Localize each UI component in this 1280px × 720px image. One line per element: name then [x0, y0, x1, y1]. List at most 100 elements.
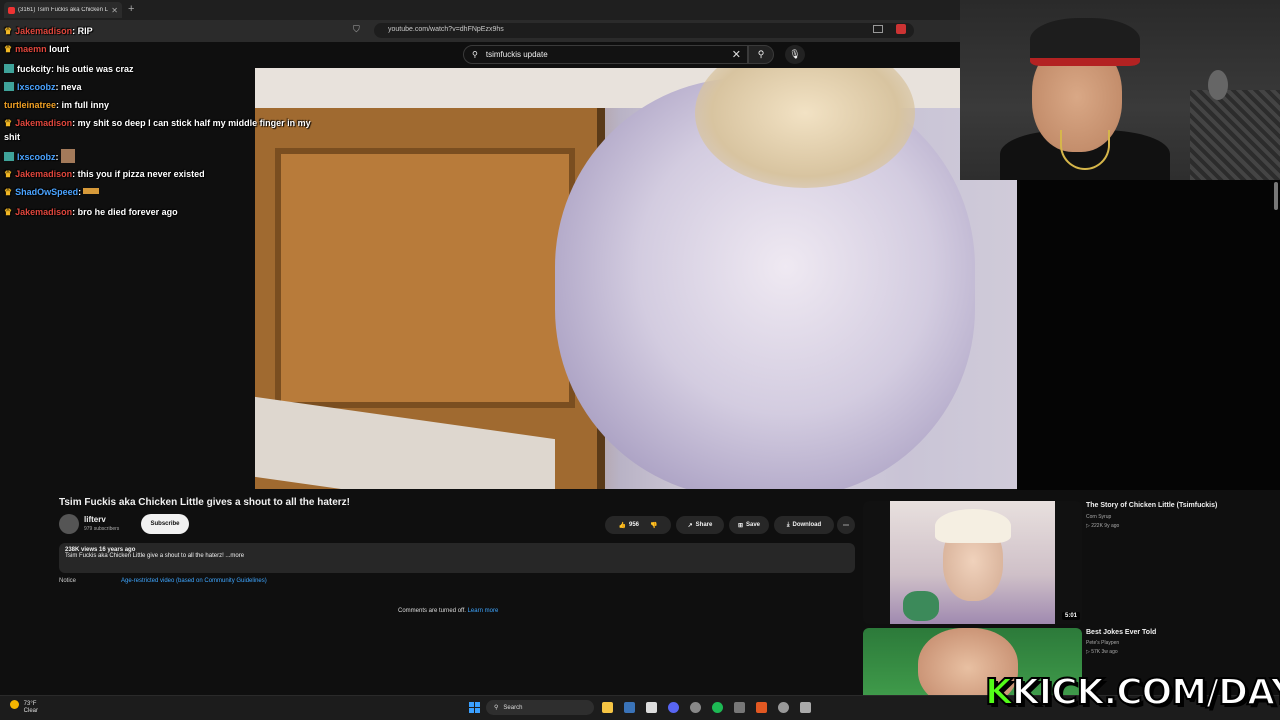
chat-username[interactable]: lxscoobz [17, 82, 56, 92]
recommended-channel[interactable]: Pete's Playpen [1086, 640, 1119, 646]
age-restricted-link[interactable]: Age-restricted video (based on Community… [121, 578, 267, 584]
scrollbar-thumb[interactable] [1274, 182, 1278, 210]
webcam-chair [1190, 90, 1280, 180]
brave-browser-icon[interactable] [756, 702, 767, 713]
share-icon: ↗ [687, 522, 693, 529]
screen-icon[interactable] [873, 25, 883, 33]
search-icon: ⚲ [472, 50, 478, 59]
channel-name[interactable]: lifterv [84, 515, 106, 524]
recommended-thumbnail[interactable] [863, 501, 1082, 624]
sun-icon [10, 700, 19, 709]
video-frame-cabinet-door [275, 148, 575, 408]
close-tab-icon[interactable]: ✕ [111, 6, 118, 15]
crown-badge-icon: ♛ [4, 26, 13, 36]
spotify-icon[interactable] [712, 702, 723, 713]
search-icon: ⚲ [494, 705, 499, 711]
comments-off-text: Comments are turned off. [398, 608, 466, 614]
chat-emote [83, 188, 100, 194]
settings-icon[interactable] [690, 702, 701, 713]
learn-more-link[interactable]: Learn more [468, 608, 499, 614]
extension-icon[interactable] [896, 24, 906, 34]
subscribe-button[interactable]: Subscribe [141, 514, 189, 534]
chat-username[interactable]: maemn [15, 44, 47, 54]
file-explorer-icon[interactable] [602, 702, 613, 713]
browser-tab[interactable]: (3161) Tsim Fuckis aka Chicken Little ✕ [4, 2, 122, 18]
chat-emote [60, 149, 75, 163]
recommended-meta: ▷ 57K 3w ago [1086, 649, 1118, 655]
bookmark-icon[interactable]: ⛉ [353, 24, 360, 35]
chat-text: : [55, 152, 59, 162]
crown-badge-icon: ♛ [4, 187, 13, 197]
chat-message: ♛ Jakemadison: this you if pizza never ex… [4, 169, 205, 180]
search-button[interactable]: ⚲ [748, 45, 774, 64]
chat-text: : bro he died forever ago [72, 207, 178, 217]
windows-start-icon[interactable] [469, 702, 480, 713]
notice-label: Notice [59, 578, 77, 584]
browser-tab-bar [0, 0, 960, 20]
thumbs-up-icon[interactable]: 👍 [619, 522, 626, 529]
search-input[interactable]: ⚲ tsimfuckis update ✕ [463, 45, 748, 64]
chat-text: : my shit so deep I can stick half my mi… [72, 118, 311, 128]
chat-username[interactable]: Jakemadison [15, 207, 72, 217]
chat-text: : RIP [72, 26, 93, 36]
streamer-webcam [960, 0, 1280, 180]
chat-message: ♛ Jakemadison: my shit so deep I can stic… [4, 118, 311, 129]
chat-text: shit [4, 132, 21, 142]
search-icon: ⚲ [757, 49, 765, 59]
share-button[interactable]: ↗ Share [676, 516, 724, 534]
video-title: Tsim Fuckis aka Chicken Little gives a s… [59, 497, 351, 508]
chat-username[interactable]: lxscoobz [17, 152, 56, 162]
app-icon[interactable] [646, 702, 657, 713]
kick-k-logo: K [984, 671, 1014, 714]
more-actions-button[interactable]: ⋯ [837, 516, 855, 534]
weather-widget[interactable]: 73°F Clear [10, 700, 38, 715]
download-label: Download [792, 522, 822, 528]
crown-badge-icon: ♛ [4, 169, 13, 179]
chat-username[interactable]: fuckcity [17, 64, 51, 74]
voice-search-button[interactable]: 🎙 [785, 45, 805, 64]
download-button[interactable]: ⤓ Download [774, 516, 834, 534]
taskbar-search-label: Search [503, 704, 523, 711]
chat-message: ♛ ShadOwSpeed: [4, 187, 100, 198]
description-box[interactable]: 238K views 16 years ago Tsim Fuckis aka … [59, 543, 855, 573]
chat-message: lxscoobz: neva [4, 82, 82, 92]
chat-username[interactable]: ShadOwSpeed [15, 187, 78, 197]
url-field[interactable]: youtube.com/watch?v=dhFNpEzx9hs [374, 23, 914, 38]
recommended-meta: ▷ 222K 9y ago [1086, 523, 1120, 529]
chat-username[interactable]: Jakemadison [15, 26, 72, 36]
description-text: Tsim Fuckis aka Chicken Little give a sh… [65, 553, 245, 559]
save-label: Save [746, 522, 761, 528]
channel-avatar[interactable] [59, 514, 79, 534]
like-count: 956 [628, 522, 639, 528]
webcam-cap [1030, 18, 1140, 66]
app-icon[interactable] [734, 702, 745, 713]
thumbnail-hair [935, 509, 1011, 543]
recommended-title[interactable]: Best Jokes Ever Told [1086, 629, 1156, 636]
sidebar-background [1017, 180, 1280, 490]
weather-temp: 73°F [23, 701, 37, 707]
video-player[interactable] [255, 68, 1017, 489]
steam-icon[interactable] [624, 702, 635, 713]
recommended-title[interactable]: The Story of Chicken Little (Tsimfuckis) [1086, 502, 1217, 509]
chat-message: turtleinatree: im full inny [4, 100, 109, 110]
chat-text: : this you if pizza never existed [72, 169, 205, 179]
chat-username[interactable]: Jakemadison [15, 169, 72, 179]
kick-url: KICK.COM/DAYS [1011, 671, 1280, 714]
thumbnail-object [903, 591, 939, 621]
taskbar-search[interactable]: ⚲ Search [486, 700, 594, 715]
save-icon: ⊞ [737, 522, 743, 529]
chat-username[interactable]: Jakemadison [15, 118, 72, 128]
thumbs-down-icon[interactable]: 👎 [650, 522, 657, 529]
chat-username[interactable]: turtleinatree [4, 100, 56, 110]
youtube-favicon-icon [8, 6, 15, 14]
save-button[interactable]: ⊞ Save [729, 516, 769, 534]
clear-search-icon[interactable]: ✕ [732, 48, 741, 61]
like-dislike-group[interactable]: 👍 956 👎 [605, 516, 671, 534]
app-icon[interactable] [800, 702, 811, 713]
discord-icon[interactable] [668, 702, 679, 713]
crown-badge-icon: ♛ [4, 118, 13, 128]
chat-text: : neva [55, 82, 82, 92]
app-icon[interactable] [778, 702, 789, 713]
recommended-channel[interactable]: Corn Syrup [1086, 514, 1111, 520]
new-tab-button[interactable]: + [128, 3, 134, 15]
